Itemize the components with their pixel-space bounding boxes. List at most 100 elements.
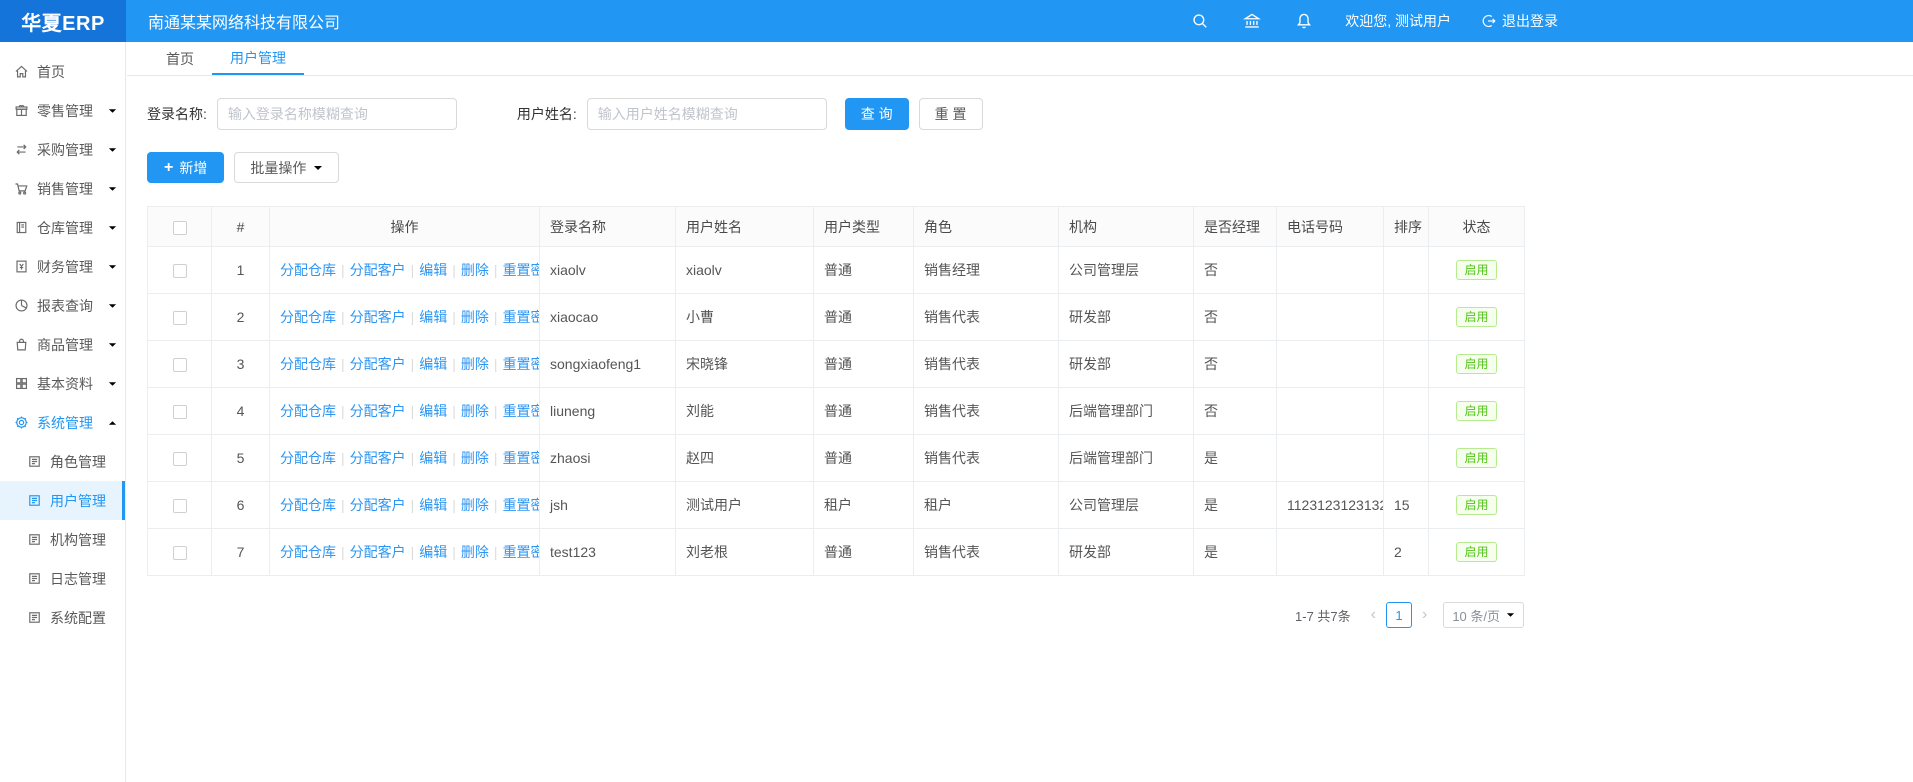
op-edit-link[interactable]: 编辑 bbox=[419, 309, 447, 325]
status-badge[interactable]: 启用 bbox=[1456, 307, 1496, 327]
op-delete-link[interactable]: 删除 bbox=[461, 450, 489, 466]
op-reset-password-link[interactable]: 重置密码 bbox=[503, 262, 540, 278]
op-delete-link[interactable]: 删除 bbox=[461, 497, 489, 513]
ledger-icon bbox=[14, 220, 29, 235]
bell-icon[interactable] bbox=[1295, 12, 1313, 30]
sidebar-item-basicdata[interactable]: 基本资料 bbox=[0, 364, 125, 403]
user-name-input[interactable] bbox=[587, 98, 827, 130]
op-assign-warehouse-link[interactable]: 分配仓库 bbox=[280, 262, 336, 278]
op-separator: | bbox=[452, 262, 456, 278]
sidebar-item-system[interactable]: 系统管理 bbox=[0, 403, 125, 442]
row-checkbox[interactable] bbox=[173, 311, 187, 325]
add-button[interactable]: + 新增 bbox=[147, 152, 224, 183]
op-edit-link[interactable]: 编辑 bbox=[419, 544, 447, 560]
table-row: 2分配仓库|分配客户|编辑|删除|重置密码xiaocao小曹普通销售代表研发部否… bbox=[148, 294, 1525, 341]
chev-down bbox=[108, 380, 117, 388]
sidebar-item-role[interactable]: 角色管理 bbox=[0, 442, 125, 481]
status-badge[interactable]: 启用 bbox=[1456, 354, 1496, 374]
op-assign-customer-link[interactable]: 分配客户 bbox=[350, 262, 406, 278]
sidebar-item-config[interactable]: 系统配置 bbox=[0, 598, 125, 637]
search-button[interactable]: 查 询 bbox=[845, 98, 909, 130]
bank-icon[interactable] bbox=[1243, 12, 1261, 30]
row-checkbox[interactable] bbox=[173, 499, 187, 513]
tab-home[interactable]: 首页 bbox=[148, 42, 212, 75]
row-phone bbox=[1277, 529, 1384, 576]
op-edit-link[interactable]: 编辑 bbox=[419, 356, 447, 372]
sidebar-item-report[interactable]: 报表查询 bbox=[0, 286, 125, 325]
row-user-name: 测试用户 bbox=[676, 482, 814, 529]
op-assign-customer-link[interactable]: 分配客户 bbox=[350, 309, 406, 325]
op-assign-warehouse-link[interactable]: 分配仓库 bbox=[280, 403, 336, 419]
op-assign-customer-link[interactable]: 分配客户 bbox=[350, 356, 406, 372]
op-assign-customer-link[interactable]: 分配客户 bbox=[350, 497, 406, 513]
op-reset-password-link[interactable]: 重置密码 bbox=[503, 544, 540, 560]
row-checkbox[interactable] bbox=[173, 264, 187, 278]
row-status-cell: 启用 bbox=[1429, 294, 1525, 341]
prev-page-icon[interactable]: ‹ bbox=[1365, 607, 1382, 623]
sidebar-item-log[interactable]: 日志管理 bbox=[0, 559, 125, 598]
sidebar-item-user[interactable]: 用户管理 bbox=[0, 481, 125, 520]
column-header: 机构 bbox=[1059, 207, 1194, 247]
row-checkbox[interactable] bbox=[173, 358, 187, 372]
op-delete-link[interactable]: 删除 bbox=[461, 544, 489, 560]
op-reset-password-link[interactable]: 重置密码 bbox=[503, 403, 540, 419]
op-assign-warehouse-link[interactable]: 分配仓库 bbox=[280, 309, 336, 325]
op-assign-customer-link[interactable]: 分配客户 bbox=[350, 450, 406, 466]
op-separator: | bbox=[494, 262, 498, 278]
row-user-type: 普通 bbox=[814, 247, 914, 294]
op-edit-link[interactable]: 编辑 bbox=[419, 450, 447, 466]
op-reset-password-link[interactable]: 重置密码 bbox=[503, 356, 540, 372]
op-assign-warehouse-link[interactable]: 分配仓库 bbox=[280, 544, 336, 560]
row-checkbox[interactable] bbox=[173, 452, 187, 466]
op-delete-link[interactable]: 删除 bbox=[461, 309, 489, 325]
op-reset-password-link[interactable]: 重置密码 bbox=[503, 450, 540, 466]
next-page-icon[interactable]: › bbox=[1416, 607, 1433, 623]
status-badge[interactable]: 启用 bbox=[1456, 401, 1496, 421]
op-reset-password-link[interactable]: 重置密码 bbox=[503, 309, 540, 325]
sidebar-item-label: 财务管理 bbox=[37, 257, 93, 277]
sidebar-item-warehouse[interactable]: 仓库管理 bbox=[0, 208, 125, 247]
search-icon[interactable] bbox=[1191, 12, 1209, 30]
sidebar-item-goods[interactable]: 商品管理 bbox=[0, 325, 125, 364]
sidebar-item-sales[interactable]: 销售管理 bbox=[0, 169, 125, 208]
add-button-label: 新增 bbox=[179, 158, 207, 178]
reset-button[interactable]: 重 置 bbox=[919, 98, 983, 130]
sidebar-item-org[interactable]: 机构管理 bbox=[0, 520, 125, 559]
page-size-select[interactable]: 10 条/页 bbox=[1443, 602, 1524, 628]
sidebar-item-home[interactable]: 首页 bbox=[0, 52, 125, 91]
sidebar-item-retail[interactable]: 零售管理 bbox=[0, 91, 125, 130]
row-role: 销售代表 bbox=[914, 388, 1059, 435]
login-name-input[interactable] bbox=[217, 98, 457, 130]
status-badge[interactable]: 启用 bbox=[1456, 542, 1496, 562]
cart-icon bbox=[14, 181, 29, 196]
status-badge[interactable]: 启用 bbox=[1456, 448, 1496, 468]
op-edit-link[interactable]: 编辑 bbox=[419, 403, 447, 419]
op-assign-customer-link[interactable]: 分配客户 bbox=[350, 544, 406, 560]
op-assign-warehouse-link[interactable]: 分配仓库 bbox=[280, 450, 336, 466]
page-number[interactable]: 1 bbox=[1386, 602, 1412, 628]
op-edit-link[interactable]: 编辑 bbox=[419, 262, 447, 278]
row-checkbox[interactable] bbox=[173, 405, 187, 419]
logout-button[interactable]: 退出登录 bbox=[1481, 11, 1558, 31]
op-assign-customer-link[interactable]: 分配客户 bbox=[350, 403, 406, 419]
tab-user-management[interactable]: 用户管理 bbox=[212, 42, 304, 75]
op-delete-link[interactable]: 删除 bbox=[461, 356, 489, 372]
sidebar-item-finance[interactable]: 财务管理 bbox=[0, 247, 125, 286]
op-assign-warehouse-link[interactable]: 分配仓库 bbox=[280, 356, 336, 372]
status-badge[interactable]: 启用 bbox=[1456, 260, 1496, 280]
row-checkbox[interactable] bbox=[173, 546, 187, 560]
op-reset-password-link[interactable]: 重置密码 bbox=[503, 497, 540, 513]
op-assign-warehouse-link[interactable]: 分配仓库 bbox=[280, 497, 336, 513]
status-badge[interactable]: 启用 bbox=[1456, 495, 1496, 515]
row-user-type: 普通 bbox=[814, 435, 914, 482]
op-delete-link[interactable]: 删除 bbox=[461, 262, 489, 278]
batch-actions-button[interactable]: 批量操作 bbox=[234, 152, 339, 183]
row-select-cell bbox=[148, 388, 212, 435]
op-separator: | bbox=[411, 262, 415, 278]
op-edit-link[interactable]: 编辑 bbox=[419, 497, 447, 513]
sidebar-item-purchase[interactable]: 采购管理 bbox=[0, 130, 125, 169]
row-sort bbox=[1384, 435, 1429, 482]
op-separator: | bbox=[411, 356, 415, 372]
select-all-checkbox[interactable] bbox=[173, 221, 187, 235]
op-delete-link[interactable]: 删除 bbox=[461, 403, 489, 419]
